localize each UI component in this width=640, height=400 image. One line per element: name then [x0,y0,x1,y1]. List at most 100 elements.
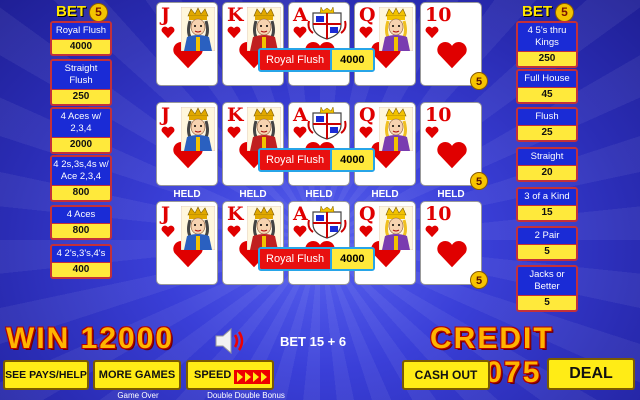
paytable-value: 4000 [52,39,110,54]
paytable-value: 800 [52,185,110,200]
right-bet-label: BET [522,3,552,20]
card-rank: A [293,203,308,225]
card-rank: 10 [425,203,452,225]
paytable-value: 800 [52,223,110,238]
right-bet-chip: 5 [555,3,574,22]
card-rank: J [161,4,170,26]
paytable-row: 4 5's thru Kings 250 [516,21,578,68]
paytable-name: 4 2s,3s,4s w/ Ace 2,3,4 [52,157,110,185]
see-pays-help-button[interactable]: SEE PAYS/HELP [3,360,89,390]
playing-card: A [288,102,350,186]
paytable-name: Straight Flush [52,61,110,89]
paytable-value: 2000 [52,137,110,152]
hand-result-name: Royal Flush [260,150,331,170]
paytable-name: Jacks or Better [518,267,576,295]
bet-line: BET 15 + 6 [280,334,347,349]
hand-bet-chip: 5 [470,172,488,190]
card-rank: 10 [425,104,452,126]
paytable-row: Straight Flush 250 [50,59,112,106]
win-display: WIN 12000 [6,322,174,356]
playing-card: Q [354,2,416,86]
card-rank: Q [359,203,376,225]
paytable-row: 4 2s,3s,4s w/ Ace 2,3,4 800 [50,155,112,202]
paytable-row: 4 2's,3's,4's 400 [50,244,112,279]
paytable-name: 4 2's,3's,4's [52,246,110,262]
card-rank: Q [359,104,376,126]
card-rank: J [161,203,170,225]
paytable-name: 3 of a Kind [518,189,576,205]
playing-card: Q [354,102,416,186]
left-bet-header: BET 5 [56,3,108,22]
hand-result-name: Royal Flush [260,50,331,70]
paytable-value: 15 [518,205,576,220]
playing-card: A [288,201,350,285]
paytable-name: 4 5's thru Kings [518,23,576,51]
card-rank: J [161,104,170,126]
win-label: WIN [6,322,71,355]
hand-result-value: 4000 [330,50,373,70]
held-label: HELD [371,189,399,200]
right-bet-header: BET 5 [522,3,574,22]
paytable-name: Flush [518,109,576,125]
face-art-icon [180,106,216,156]
paytable-value: 250 [518,51,576,66]
playing-card: J [156,102,218,186]
ace-emblem-icon [307,106,347,146]
paytable-value: 25 [518,125,576,140]
heart-icon [436,240,468,274]
speaker-icon[interactable] [212,326,246,356]
paytable-row: Royal Flush 4000 [50,21,112,56]
more-games-button[interactable]: MORE GAMES [93,360,181,390]
game-name-caption: Double Double Bonus [207,391,285,400]
card-rank: A [293,104,308,126]
heart-icon [436,41,468,75]
hand-bet-chip: 5 [470,271,488,289]
paytable-value: 20 [518,165,576,180]
paytable-value: 45 [518,87,576,102]
hand-result: Royal Flush 4000 [258,48,375,72]
deal-button[interactable]: DEAL [547,358,635,390]
status-caption: Game Over [117,391,159,400]
paytable-value: 250 [52,89,110,104]
playing-card: Q [354,201,416,285]
speed-label: SPEED [194,369,232,381]
paytable-name: Royal Flush [52,23,110,39]
ace-emblem-icon [307,205,347,245]
card-rank: A [293,4,308,26]
card-rank: K [227,203,244,225]
speed-button[interactable]: SPEED [186,360,274,390]
card-rank: K [227,4,244,26]
playing-card: K [222,102,284,186]
card-rank: Q [359,4,376,26]
held-label: HELD [437,189,465,200]
playing-card: J [156,2,218,86]
card-rank: K [227,104,244,126]
playing-card: K [222,2,284,86]
left-bet-chip: 5 [89,3,108,22]
face-art-icon [180,6,216,56]
left-bet-label: BET [56,3,86,20]
hand-bet-chip: 5 [470,72,488,90]
paytable-name: 4 Aces [52,207,110,223]
face-art-icon [378,106,414,156]
ace-emblem-icon [307,6,347,46]
face-art-icon [378,205,414,255]
paytable-row: Jacks or Better 5 [516,265,578,312]
paytable-value: 400 [52,262,110,277]
paytable-row: 2 Pair 5 [516,226,578,261]
paytable-name: 4 Aces w/ 2,3,4 [52,109,110,137]
credit-label: CREDIT [430,322,554,355]
win-amount: 12000 [80,322,175,355]
held-label: HELD [305,189,333,200]
held-label: HELD [239,189,267,200]
paytable-row: Flush 25 [516,107,578,142]
hand-result-value: 4000 [330,150,373,170]
paytable-row: 4 Aces 800 [50,205,112,240]
paytable-value: 5 [518,244,576,259]
face-art-icon [378,6,414,56]
playing-card: A [288,2,350,86]
cash-out-button[interactable]: CASH OUT [402,360,490,390]
hand-result: Royal Flush 4000 [258,247,375,271]
paytable-name: Full House [518,71,576,87]
paytable-name: 2 Pair [518,228,576,244]
